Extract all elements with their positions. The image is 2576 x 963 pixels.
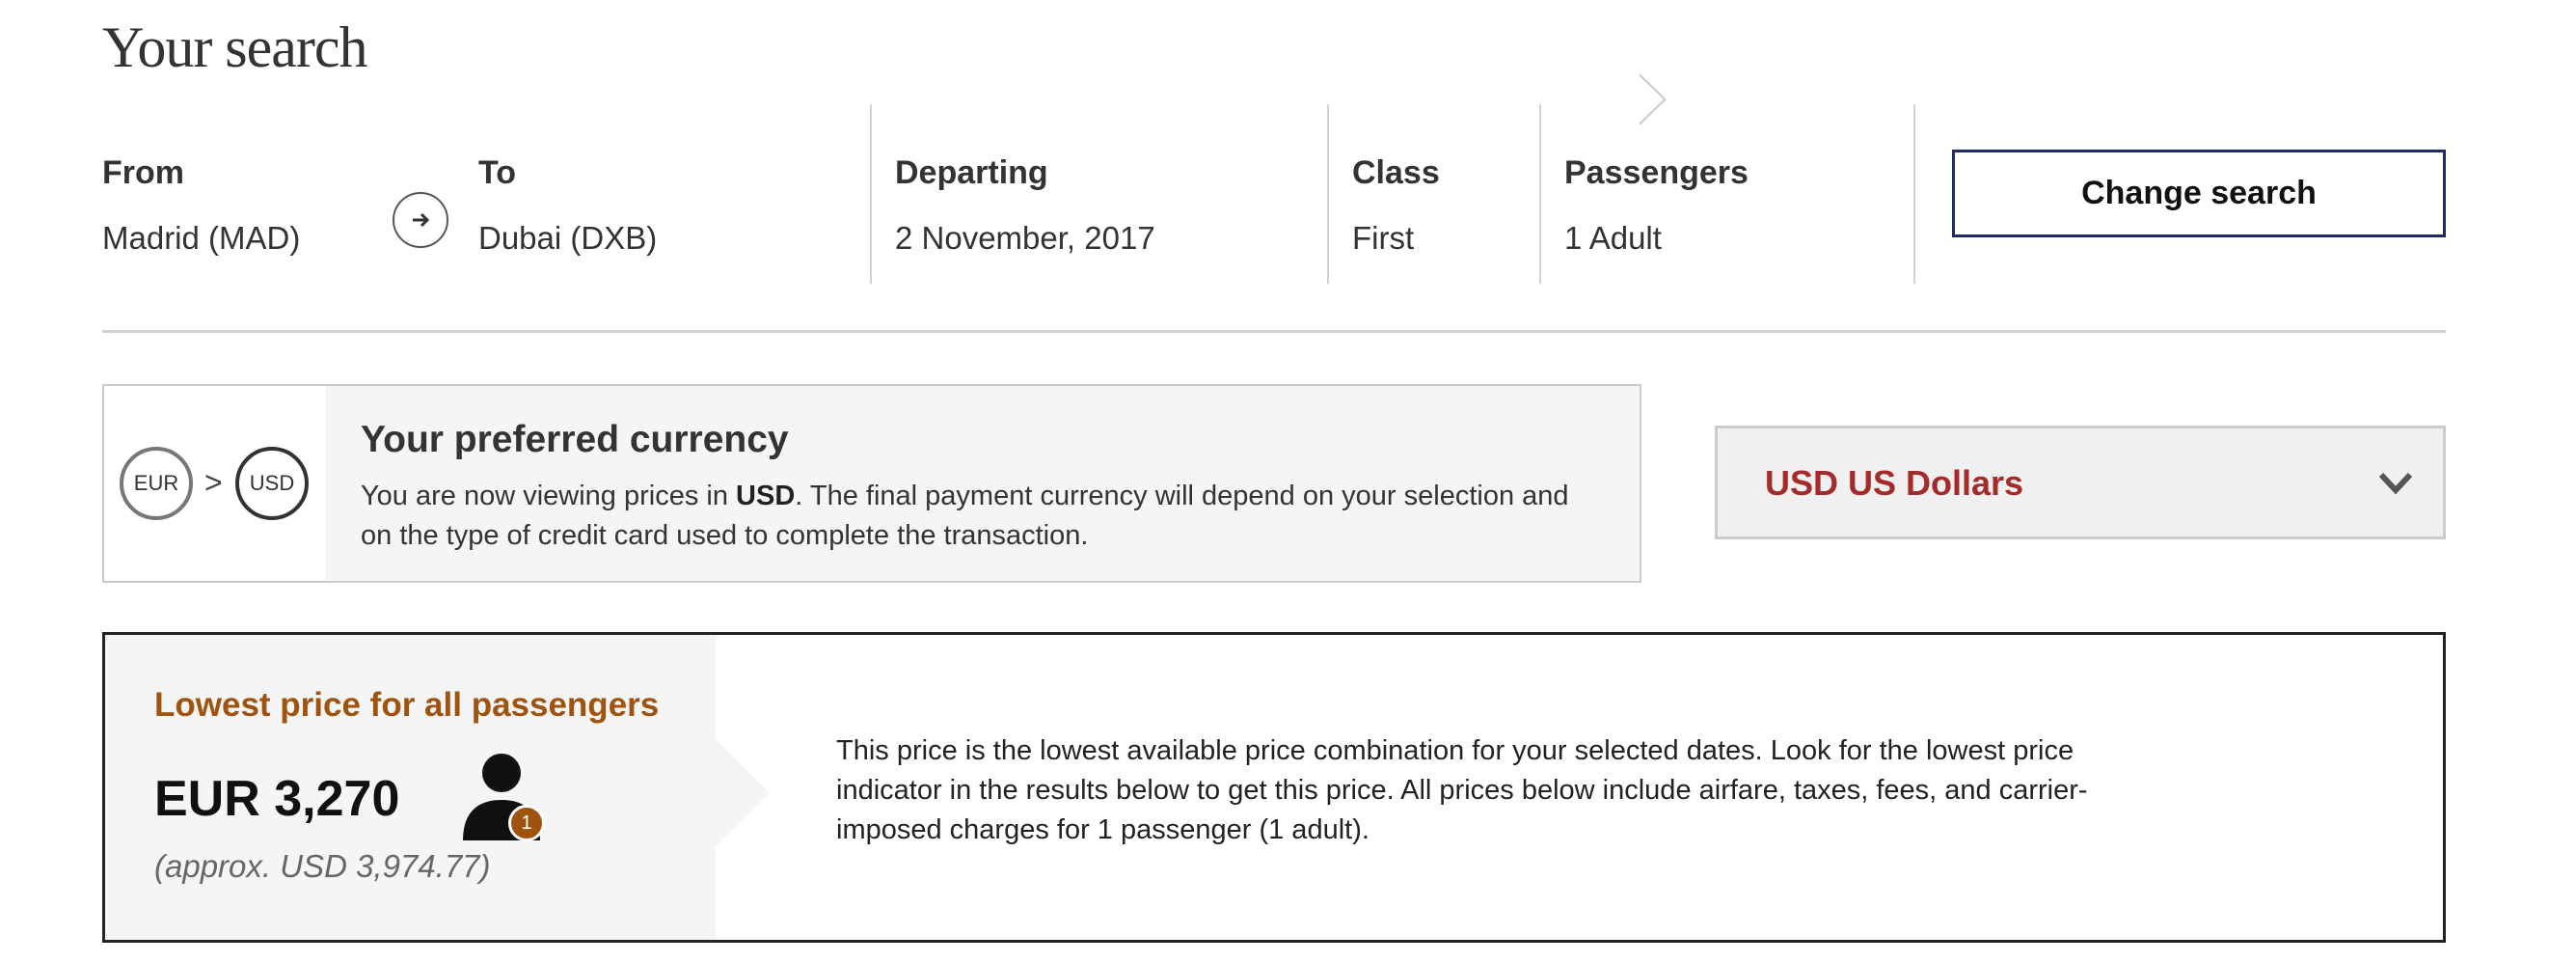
currency-select-value: USD US Dollars — [1765, 463, 2024, 503]
destination-value: Dubai (DXB) — [478, 220, 658, 256]
origin-label: From — [102, 154, 184, 191]
class-value: First — [1352, 220, 1415, 256]
page-title: Your search — [102, 15, 368, 79]
currency-notice-text: You are now viewing prices in USD. The f… — [361, 477, 1605, 556]
arrow-right-circle-icon — [393, 192, 448, 248]
lowest-price-summary: Lowest price for all passengers EUR 3,27… — [105, 635, 716, 940]
class-label: Class — [1352, 154, 1440, 191]
passengers-label: Passengers — [1564, 154, 1749, 191]
currency-notice-title: Your preferred currency — [361, 419, 789, 460]
lowest-price-approx: (approx. USD 3,974.77) — [154, 848, 491, 884]
divider — [1913, 104, 1915, 284]
change-search-button[interactable]: Change search — [1952, 150, 2446, 237]
lowest-price-description: This price is the lowest available price… — [836, 735, 2088, 845]
departing-label: Departing — [895, 154, 1048, 191]
lowest-price-amount: EUR 3,270 — [154, 771, 400, 827]
passenger-count-badge: 1 — [508, 805, 545, 841]
conversion-separator: > — [204, 465, 223, 500]
origin-value: Madrid (MAD) — [102, 220, 301, 256]
lowest-price-panel: Lowest price for all passengers EUR 3,27… — [102, 632, 2446, 943]
passengers-value: 1 Adult — [1564, 220, 1662, 256]
divider — [1539, 104, 1541, 284]
currency-text-start: You are now viewing prices in — [361, 481, 737, 511]
callout-pointer-fill — [1639, 75, 1664, 124]
currency-conversion-graphic: EUR > USD — [104, 386, 325, 581]
panel-pointer — [716, 739, 770, 847]
search-summary: From Madrid (MAD) To Dubai (DXB) Departi… — [102, 104, 2446, 284]
eur-currency-icon: EUR — [120, 447, 193, 520]
currency-notice: EUR > USD Your preferred currency You ar… — [102, 384, 1641, 583]
section-divider — [102, 330, 2446, 333]
departing-value: 2 November, 2017 — [895, 220, 1155, 256]
currency-select[interactable]: USD US Dollars — [1715, 426, 2446, 539]
divider — [1327, 104, 1329, 284]
lowest-price-title: Lowest price for all passengers — [154, 686, 660, 724]
chevron-down-icon — [2378, 472, 2413, 494]
destination-label: To — [478, 154, 517, 191]
currency-text-code: USD — [736, 481, 796, 511]
divider — [870, 104, 872, 284]
usd-currency-icon: USD — [235, 447, 309, 520]
